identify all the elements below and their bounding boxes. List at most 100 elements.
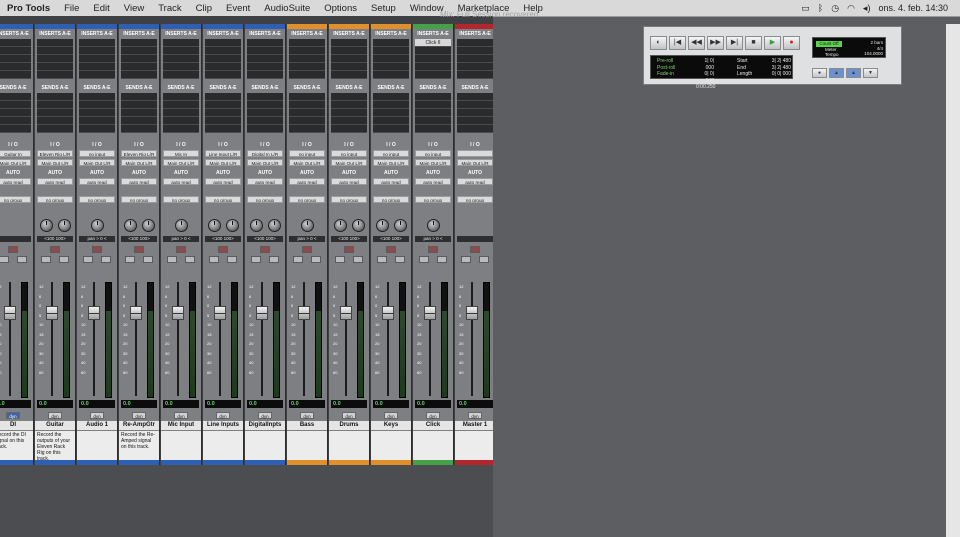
preroll-label[interactable]: Pre-roll: [657, 58, 675, 65]
output-selector[interactable]: Main Out L/R: [205, 159, 241, 166]
dyn-button[interactable]: dyn: [174, 412, 188, 419]
insert-slot[interactable]: [289, 71, 325, 79]
send-slot[interactable]: [247, 93, 283, 101]
dyn-button[interactable]: dyn: [342, 412, 356, 419]
insert-slot[interactable]: [79, 63, 115, 71]
mute-button[interactable]: [101, 256, 111, 263]
send-slot[interactable]: [121, 101, 157, 109]
output-selector[interactable]: Main Out L/R: [289, 159, 325, 166]
fader-cap[interactable]: [214, 306, 226, 320]
mute-button[interactable]: [143, 256, 153, 263]
send-slot[interactable]: [373, 101, 409, 109]
send-slot[interactable]: [121, 125, 157, 133]
solo-button[interactable]: [335, 256, 345, 263]
send-slot[interactable]: [163, 101, 199, 109]
send-slot[interactable]: [331, 93, 367, 101]
conductor-button[interactable]: ▼: [863, 68, 878, 78]
insert-slot[interactable]: [121, 47, 157, 55]
volume-value[interactable]: 0.0: [37, 400, 73, 408]
send-slot[interactable]: [289, 101, 325, 109]
volume-value[interactable]: 0.0: [289, 400, 325, 408]
record-enable-button[interactable]: [50, 246, 60, 253]
insert-slot[interactable]: [457, 47, 493, 55]
insert-slot[interactable]: [37, 55, 73, 63]
insert-slot[interactable]: [79, 71, 115, 79]
volume-value[interactable]: 0.0: [373, 400, 409, 408]
fader-cap[interactable]: [4, 306, 16, 320]
send-slot[interactable]: [79, 109, 115, 117]
record-enable-button[interactable]: [92, 246, 102, 253]
insert-slot[interactable]: [0, 71, 31, 79]
send-slot[interactable]: [163, 117, 199, 125]
group-selector[interactable]: no group: [373, 196, 409, 203]
output-selector[interactable]: Main Out L/R: [79, 159, 115, 166]
wifi-icon[interactable]: ◠: [847, 3, 855, 14]
input-selector[interactable]: no input: [415, 150, 451, 157]
send-slot[interactable]: [79, 101, 115, 109]
insert-slot[interactable]: [289, 63, 325, 71]
output-selector[interactable]: Main Out L/R: [37, 159, 73, 166]
dyn-button[interactable]: dyn: [468, 412, 482, 419]
solo-button[interactable]: [125, 256, 135, 263]
insert-slot[interactable]: [205, 47, 241, 55]
insert-slot[interactable]: [331, 47, 367, 55]
record-enable-button[interactable]: [8, 246, 18, 253]
group-selector[interactable]: no group: [121, 196, 157, 203]
group-selector[interactable]: no group: [0, 196, 31, 203]
volume-value[interactable]: 0.0: [415, 400, 451, 408]
time-machine-icon[interactable]: ◷: [831, 3, 839, 14]
track-name[interactable]: Audio 1: [77, 421, 117, 430]
insert-slot[interactable]: [373, 71, 409, 79]
pan-left-knob[interactable]: [207, 218, 221, 232]
insert-slot[interactable]: [163, 55, 199, 63]
dyn-button[interactable]: dyn: [216, 412, 230, 419]
insert-slot[interactable]: [247, 55, 283, 63]
insert-slot[interactable]: [457, 39, 493, 47]
fader-cap[interactable]: [298, 306, 310, 320]
input-selector[interactable]: no input: [331, 150, 367, 157]
menu-audiosuite[interactable]: AudioSuite: [257, 3, 317, 14]
go-to-end-button[interactable]: ▶|: [726, 36, 743, 50]
pan-right-knob[interactable]: [393, 218, 407, 232]
input-selector[interactable]: Guitar In: [0, 150, 31, 157]
solo-button[interactable]: [41, 256, 51, 263]
send-slot[interactable]: [0, 125, 31, 133]
track-name[interactable]: Keys: [371, 421, 411, 430]
record-enable-button[interactable]: [344, 246, 354, 253]
send-slot[interactable]: [0, 93, 31, 101]
send-slot[interactable]: [457, 109, 493, 117]
pan-left-knob[interactable]: [39, 218, 53, 232]
postroll-value[interactable]: 0| 0| 348: [696, 71, 714, 84]
screen-icon[interactable]: ▭: [801, 3, 810, 14]
input-selector[interactable]: Line Input L/R: [205, 150, 241, 157]
input-selector[interactable]: no input: [79, 150, 115, 157]
length-value[interactable]: 0| 0| 000: [769, 71, 791, 78]
group-selector[interactable]: no group: [415, 196, 451, 203]
insert-slot[interactable]: [121, 63, 157, 71]
menu-options[interactable]: Options: [317, 3, 364, 14]
track-name[interactable]: Re-AmpGtr: [119, 421, 159, 430]
track-name[interactable]: Click: [413, 421, 453, 430]
insert-slot[interactable]: [457, 63, 493, 71]
group-selector[interactable]: no group: [331, 196, 367, 203]
fadein-label[interactable]: Fade-in: [657, 71, 675, 78]
insert-slot[interactable]: Click II: [415, 39, 451, 47]
fader-cap[interactable]: [466, 306, 478, 320]
send-slot[interactable]: [415, 109, 451, 117]
track-name[interactable]: Bass: [287, 421, 327, 430]
fader-cap[interactable]: [256, 306, 268, 320]
send-slot[interactable]: [37, 125, 73, 133]
volume-value[interactable]: 0.0: [457, 400, 493, 408]
solo-button[interactable]: [251, 256, 261, 263]
insert-slot[interactable]: [79, 55, 115, 63]
send-slot[interactable]: [247, 125, 283, 133]
insert-slot[interactable]: [37, 39, 73, 47]
insert-slot[interactable]: [121, 71, 157, 79]
menu-file[interactable]: File: [57, 3, 86, 14]
solo-button[interactable]: [419, 256, 429, 263]
output-selector[interactable]: Main Out L/R: [457, 159, 493, 166]
pan-right-knob[interactable]: [141, 218, 155, 232]
play-button[interactable]: ▶: [764, 36, 781, 50]
dyn-button[interactable]: dyn: [258, 412, 272, 419]
automation-mode-selector[interactable]: auto read: [163, 178, 199, 185]
